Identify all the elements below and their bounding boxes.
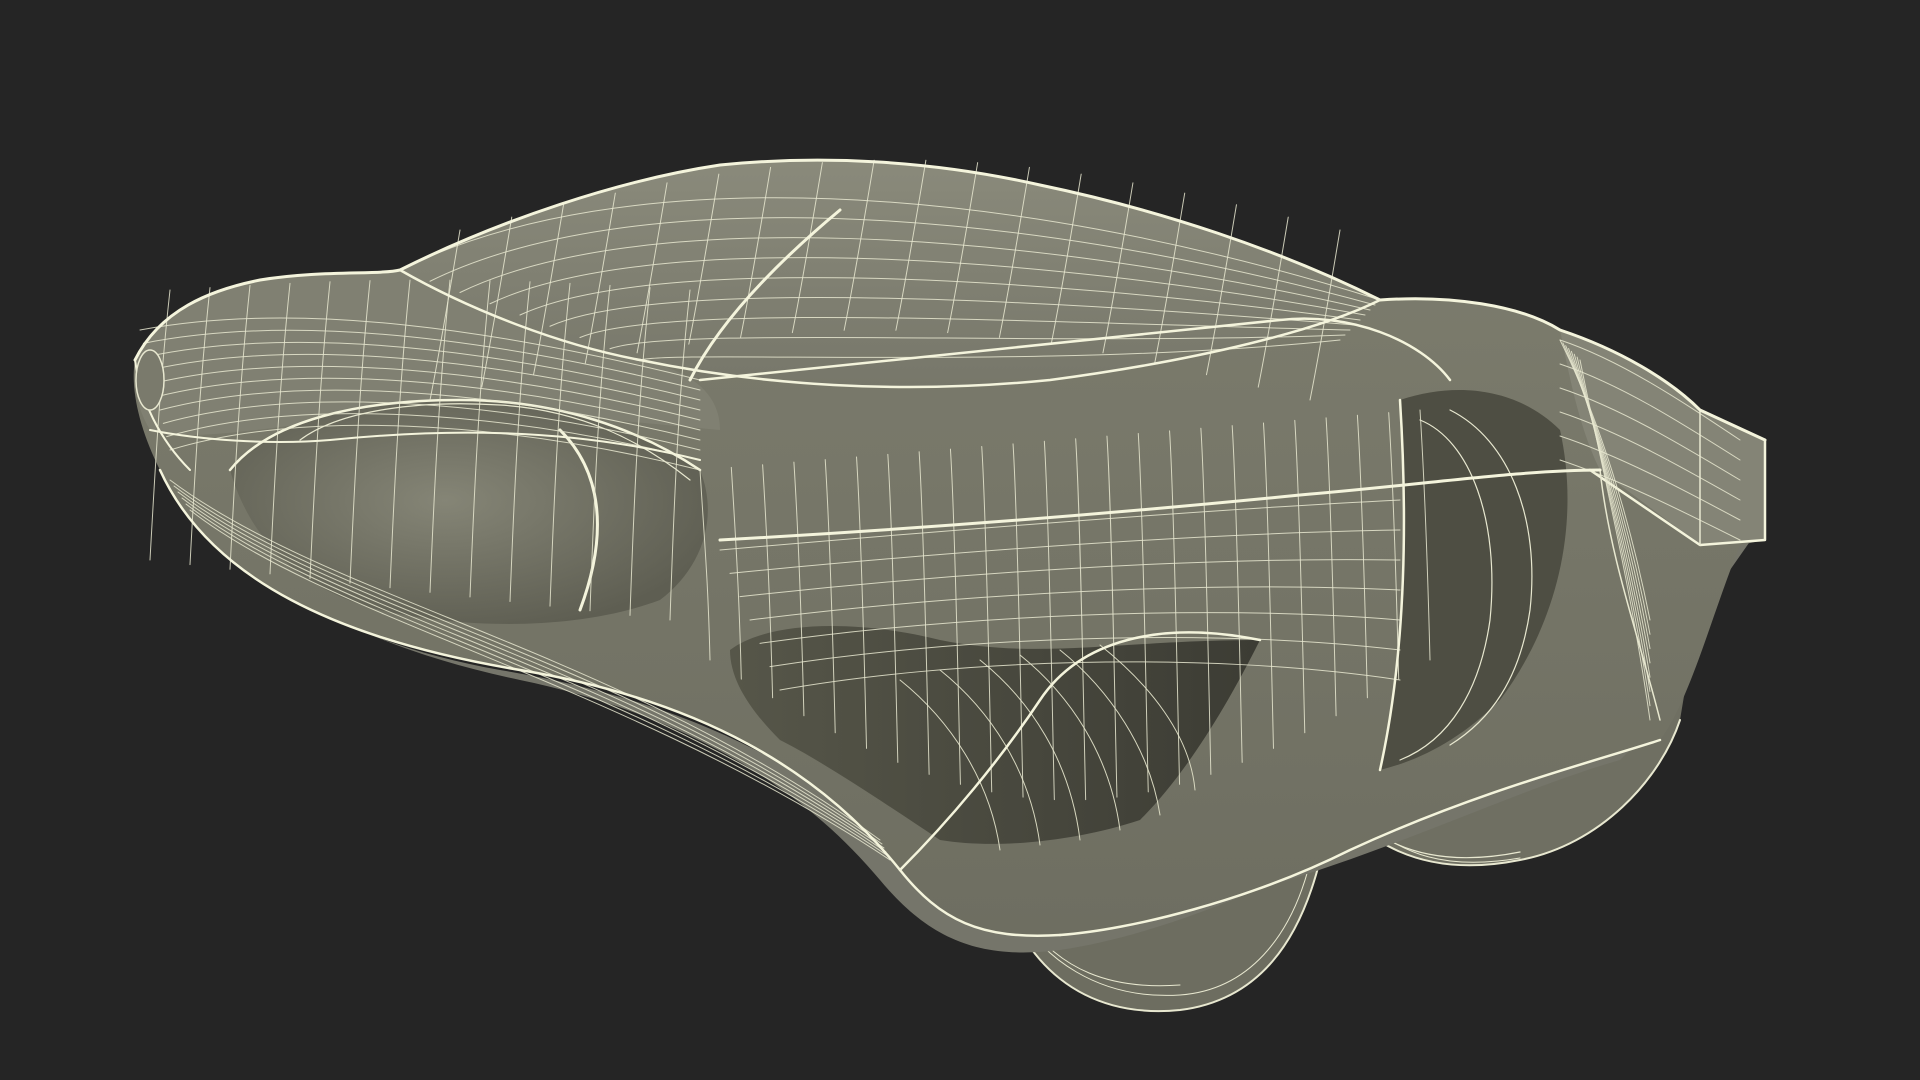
vehicle-wireframe-render	[133, 158, 1767, 1013]
viewport	[0, 0, 1920, 1080]
